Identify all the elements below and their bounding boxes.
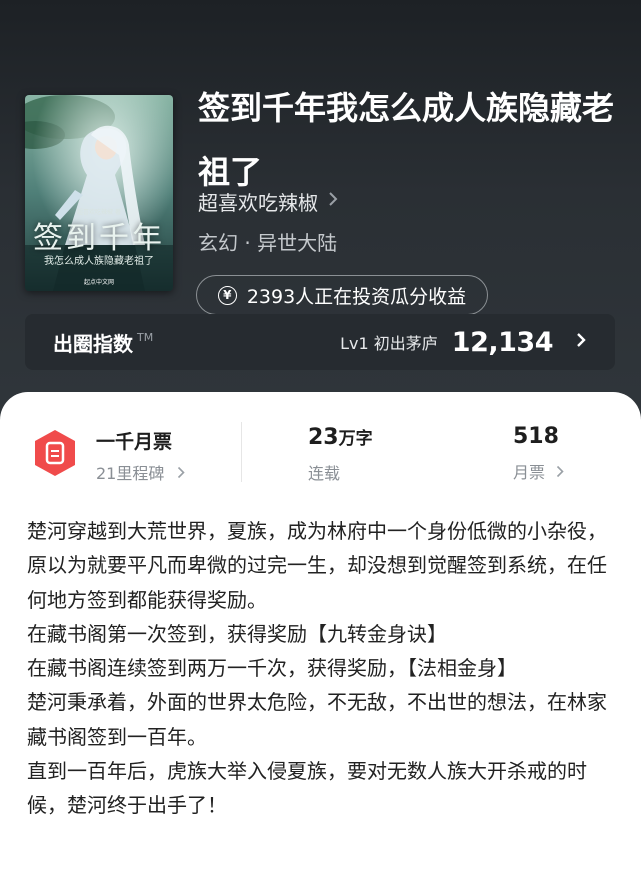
cover-subtitle-text: 我怎么成人族隐藏老祖了	[44, 256, 154, 267]
index-right-group: Lv1 初出茅庐 12,134	[340, 327, 587, 358]
synopsis-paragraph: 在藏书阁第一次签到，获得奖励【九转金身诀】	[27, 621, 447, 646]
ticket-milestone-text: 21里程碑	[96, 464, 165, 483]
monthly-votes-value: 518	[513, 424, 559, 449]
book-header: 超喜欢吃辣椒 著 签到千年 我怎么成人族隐藏老祖了 起点中文网 签到千年我怎么成…	[0, 0, 641, 430]
book-detail-sheet: 一千月票 21里程碑 23万字 连载 518 月票 楚河穿越到大荒世界，夏族，成…	[0, 392, 641, 871]
yen-icon: ¥	[217, 285, 237, 305]
author-link[interactable]: 超喜欢吃辣椒	[198, 187, 338, 216]
monthly-votes-stat[interactable]: 518 月票	[513, 424, 564, 483]
genre-label: 玄幻 · 异世大陆	[198, 231, 338, 255]
popularity-index-bar[interactable]: 出圈指数 TM Lv1 初出茅庐 12,134	[25, 314, 615, 370]
index-value: 12,134	[451, 326, 554, 358]
monthly-votes-label-row: 月票	[513, 459, 564, 483]
author-name: 超喜欢吃辣椒	[198, 191, 318, 215]
index-trademark: TM	[137, 330, 154, 344]
chevron-right-icon	[556, 463, 564, 482]
invest-button[interactable]: ¥ 2393人正在投资瓜分收益	[196, 275, 488, 315]
stats-divider	[241, 422, 242, 482]
synopsis-paragraph: 在藏书阁连续签到两万一千次，获得奖励，【法相金身】	[27, 656, 517, 681]
synopsis-paragraph: 直到一百年后，虎族大举入侵夏族，要对无数人族大开杀戒的时候，楚河终于出手了！	[27, 759, 587, 818]
word-count-label: 连载	[308, 464, 341, 483]
chevron-right-icon	[328, 191, 338, 212]
stats-row: 一千月票 21里程碑 23万字 连载 518 月票	[0, 392, 641, 496]
cover-publisher-text: 起点中文网	[83, 279, 114, 286]
index-label: 出圈指数	[53, 331, 133, 356]
ticket-icon	[35, 430, 75, 476]
synopsis-paragraph: 楚河穿越到大荒世界，夏族，成为林府中一个身份低微的小杂役，原以为就要平凡而卑微的…	[27, 519, 607, 612]
book-synopsis: 楚河穿越到大荒世界，夏族，成为林府中一个身份低微的小杂役，原以为就要平凡而卑微的…	[27, 514, 617, 823]
invest-text: 2393人正在投资瓜分收益	[246, 285, 467, 308]
monthly-votes-label: 月票	[513, 463, 546, 482]
book-title: 签到千年我怎么成人族隐藏老祖了	[198, 89, 615, 191]
word-count-value: 23万字	[308, 424, 373, 450]
chevron-right-icon	[575, 330, 587, 354]
synopsis-paragraph: 楚河秉承着，外面的世界太危险，不无敌，不出世的想法，在林家藏书阁签到一百年。	[27, 690, 607, 749]
word-count-unit: 万字	[338, 429, 373, 449]
chevron-right-icon	[177, 464, 186, 483]
book-cover[interactable]: 超喜欢吃辣椒 著 签到千年 我怎么成人族隐藏老祖了 起点中文网	[25, 95, 173, 291]
ticket-milestone[interactable]: 21里程碑	[96, 460, 186, 484]
ticket-title: 一千月票	[96, 431, 173, 453]
index-level: Lv1 初出茅庐	[340, 334, 438, 353]
cover-title-text: 签到千年	[33, 221, 165, 256]
word-count-number: 23	[308, 425, 339, 450]
word-count-stat: 23万字 连载	[308, 424, 373, 484]
